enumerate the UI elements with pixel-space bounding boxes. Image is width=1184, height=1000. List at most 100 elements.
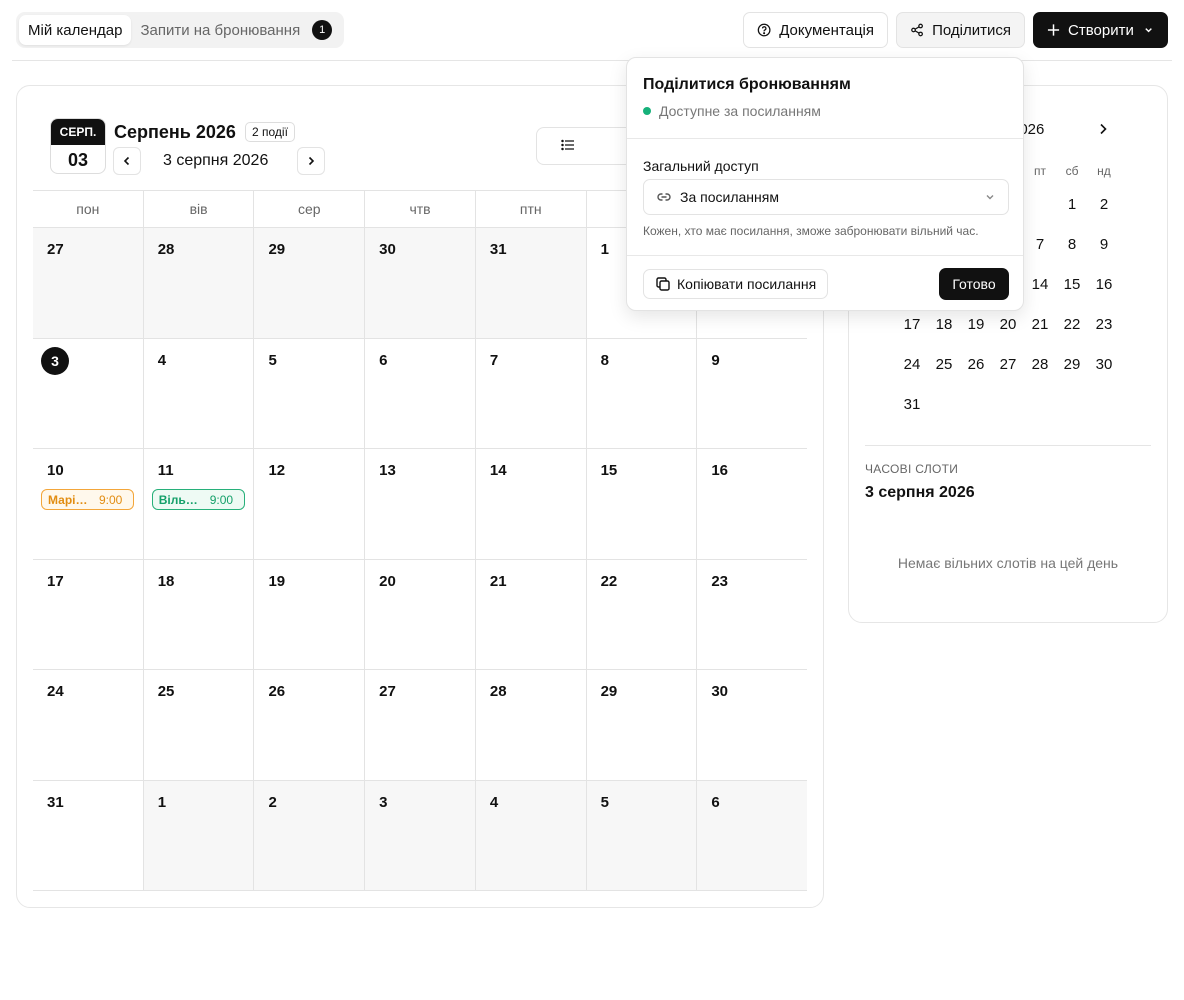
event-chip[interactable]: Вільний 9:00 bbox=[151, 489, 245, 510]
mini-day[interactable]: 15 bbox=[1056, 276, 1088, 293]
day-cell[interactable]: 15 bbox=[587, 449, 698, 559]
day-number: 14 bbox=[489, 462, 507, 479]
day-cell[interactable]: 4 bbox=[475, 780, 587, 890]
day-number: 15 bbox=[600, 462, 618, 479]
weekday-label: птн bbox=[476, 191, 587, 227]
day-cell[interactable]: 21 bbox=[476, 559, 587, 669]
day-cell[interactable]: 31 bbox=[33, 780, 144, 890]
day-cell[interactable]: 3 bbox=[33, 338, 144, 448]
day-cell[interactable]: 12 bbox=[254, 449, 366, 559]
day-number: 30 bbox=[379, 241, 396, 258]
day-number: 11 bbox=[157, 462, 174, 479]
day-cell[interactable]: 19 bbox=[254, 559, 366, 669]
day-cell[interactable]: 30 bbox=[365, 228, 476, 338]
day-cell[interactable]: 10 Марія ... 9:00 bbox=[33, 449, 144, 559]
day-cell[interactable]: 29 bbox=[254, 228, 366, 338]
copy-link-button[interactable]: Копіювати посилання bbox=[643, 269, 829, 299]
month-title: Серпень 2026 bbox=[114, 122, 236, 142]
day-cell[interactable]: 30 bbox=[697, 670, 807, 780]
view-toggle[interactable] bbox=[536, 127, 636, 165]
mini-day[interactable]: 7 bbox=[1024, 236, 1056, 253]
mini-day[interactable]: 31 bbox=[896, 396, 928, 413]
mini-weekday-label: нд bbox=[1097, 164, 1111, 178]
day-cell[interactable]: 9 bbox=[697, 339, 807, 449]
mini-day[interactable]: 27 bbox=[992, 356, 1024, 373]
mini-day[interactable]: 20 bbox=[992, 316, 1024, 333]
day-cell[interactable]: 17 bbox=[33, 559, 144, 669]
next-button[interactable] bbox=[297, 147, 325, 175]
mini-day[interactable]: 21 bbox=[1024, 316, 1056, 333]
copy-icon bbox=[656, 277, 670, 291]
mini-day[interactable]: 28 bbox=[1024, 356, 1056, 373]
time-slots-label: ЧАСОВІ СЛОТИ bbox=[865, 462, 959, 476]
day-cell[interactable]: 7 bbox=[476, 338, 587, 448]
mini-day[interactable]: 22 bbox=[1056, 316, 1088, 333]
day-cell[interactable]: 5 bbox=[586, 780, 698, 890]
done-button[interactable]: Готово bbox=[939, 268, 1009, 300]
access-select[interactable]: За посиланням bbox=[643, 179, 1009, 215]
day-cell[interactable]: 28 bbox=[476, 670, 587, 780]
mini-day[interactable]: 1 bbox=[1056, 196, 1088, 213]
day-cell[interactable]: 22 bbox=[587, 559, 698, 669]
day-cell[interactable]: 13 bbox=[365, 449, 476, 559]
mini-day[interactable]: 24 bbox=[896, 356, 928, 373]
day-cell[interactable]: 28 bbox=[143, 228, 255, 338]
prev-button[interactable] bbox=[113, 147, 141, 175]
mini-day[interactable]: 18 bbox=[928, 316, 960, 333]
mini-day[interactable]: 19 bbox=[960, 316, 992, 333]
day-cell[interactable]: 6 bbox=[697, 780, 808, 890]
day-number: 25 bbox=[157, 683, 175, 700]
create-button[interactable]: Створити bbox=[1033, 12, 1168, 48]
day-cell[interactable]: 4 bbox=[144, 338, 255, 448]
day-cell[interactable]: 20 bbox=[365, 559, 476, 669]
day-cell[interactable]: 16 bbox=[697, 449, 807, 559]
mini-day[interactable]: 26 bbox=[960, 356, 992, 373]
day-cell[interactable]: 11 Вільний 9:00 bbox=[144, 449, 255, 559]
day-cell[interactable]: 29 bbox=[587, 670, 698, 780]
help-circle-icon bbox=[757, 23, 771, 37]
chevron-down-icon bbox=[1145, 28, 1152, 33]
day-cell[interactable]: 31 bbox=[475, 228, 587, 338]
day-cell[interactable]: 18 bbox=[144, 559, 255, 669]
mini-next-button[interactable] bbox=[1095, 121, 1111, 142]
mini-day[interactable]: 29 bbox=[1056, 356, 1088, 373]
day-cell[interactable]: 6 bbox=[365, 338, 476, 448]
weekday-label: сер bbox=[254, 191, 366, 227]
day-cell[interactable]: 3 bbox=[365, 780, 476, 890]
tab-my-calendar[interactable]: Мій календар bbox=[19, 15, 132, 45]
day-cell[interactable]: 24 bbox=[33, 670, 144, 780]
day-cell[interactable]: 1 bbox=[143, 780, 255, 890]
mini-day[interactable]: 8 bbox=[1056, 236, 1088, 253]
share-button[interactable]: Поділитися bbox=[896, 12, 1025, 48]
mini-day[interactable]: 25 bbox=[928, 356, 960, 373]
day-cell[interactable]: 23 bbox=[697, 560, 807, 670]
day-cell[interactable]: 2 bbox=[254, 780, 366, 890]
mini-day[interactable]: 14 bbox=[1024, 276, 1056, 293]
share-status: Доступне за посиланням bbox=[643, 103, 821, 119]
day-number: 28 bbox=[157, 241, 175, 258]
event-name: Вільний bbox=[158, 492, 205, 507]
event-chip[interactable]: Марія ... 9:00 bbox=[41, 489, 134, 510]
status-dot-icon bbox=[643, 107, 651, 115]
day-number: 27 bbox=[379, 683, 396, 700]
day-cell[interactable]: 14 bbox=[476, 449, 587, 559]
mini-day[interactable]: 2 bbox=[1088, 196, 1120, 213]
mini-day[interactable]: 23 bbox=[1088, 316, 1120, 333]
day-number: 26 bbox=[268, 683, 286, 700]
day-cell[interactable]: 25 bbox=[144, 670, 255, 780]
mini-day[interactable]: 16 bbox=[1088, 276, 1120, 293]
documentation-button[interactable]: Документація bbox=[743, 12, 888, 48]
mini-day[interactable]: 30 bbox=[1088, 356, 1120, 373]
day-cell[interactable]: 27 bbox=[365, 670, 476, 780]
mini-day[interactable]: 9 bbox=[1088, 236, 1120, 253]
day-number: 5 bbox=[268, 351, 277, 369]
mini-day[interactable]: 17 bbox=[896, 316, 928, 333]
day-cell[interactable]: 8 bbox=[587, 338, 698, 448]
event-name: Марія ... bbox=[48, 492, 94, 507]
popover-divider bbox=[627, 255, 1023, 256]
day-cell[interactable]: 27 bbox=[33, 228, 144, 338]
day-cell[interactable]: 26 bbox=[254, 670, 366, 780]
day-number: 4 bbox=[489, 793, 499, 811]
tab-booking-requests[interactable]: Запити на бронювання 1 bbox=[131, 15, 341, 45]
day-cell[interactable]: 5 bbox=[254, 338, 366, 448]
